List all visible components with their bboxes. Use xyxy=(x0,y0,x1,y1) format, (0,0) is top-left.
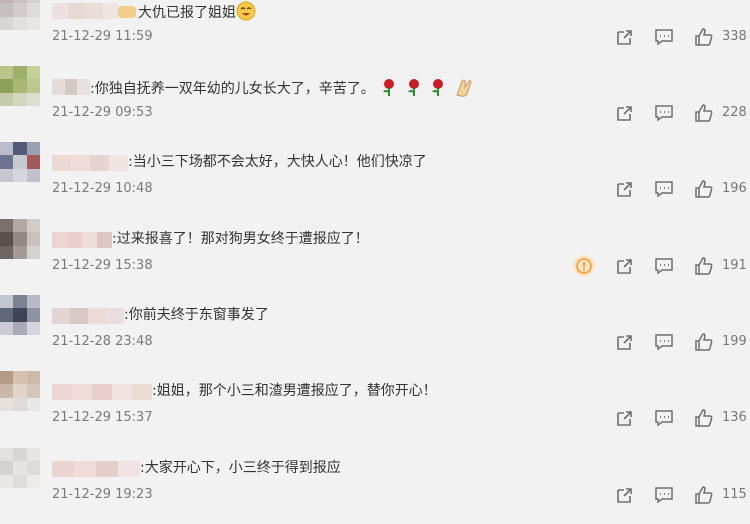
comment-actions: 115 xyxy=(610,485,750,505)
like-icon[interactable] xyxy=(694,256,714,276)
rose-emoji-icon xyxy=(428,77,448,102)
comment-actions: 136 xyxy=(610,408,750,428)
like-count: 115 xyxy=(722,487,747,502)
username[interactable] xyxy=(52,232,112,248)
username[interactable] xyxy=(52,3,118,19)
timestamp: 21-12-29 10:48 xyxy=(52,181,153,196)
like-icon[interactable] xyxy=(694,485,714,505)
like-count: 136 xyxy=(722,410,747,425)
like-icon[interactable] xyxy=(694,179,714,199)
clap-emoji-icon xyxy=(453,77,475,102)
reply-icon[interactable] xyxy=(654,27,674,47)
like-icon[interactable] xyxy=(694,103,714,123)
comment-actions: 338 xyxy=(610,27,750,47)
user-badge-icon xyxy=(118,6,136,18)
comment-item: 大仇已报了姐姐 21-12-29 11:59 338 xyxy=(0,0,750,66)
share-icon[interactable] xyxy=(615,103,635,123)
avatar[interactable] xyxy=(0,142,40,182)
comment-text: :你前夫终于东窗事发了 xyxy=(124,307,269,323)
comment-actions: 196 xyxy=(610,179,750,199)
username[interactable] xyxy=(52,79,91,95)
share-icon[interactable] xyxy=(615,332,635,352)
like-count: 191 xyxy=(722,258,747,273)
rose-emoji-icon xyxy=(379,77,399,102)
share-icon[interactable] xyxy=(615,179,635,199)
comment-item: :你独自抚养一双年幼的儿女长大了，辛苦了。 21-12-29 09:53 228 xyxy=(0,66,750,142)
like-count: 199 xyxy=(722,334,747,349)
timestamp: 21-12-29 11:59 xyxy=(52,29,153,44)
like-count: 338 xyxy=(722,29,747,44)
timestamp: 21-12-29 15:37 xyxy=(52,410,153,425)
reply-icon[interactable] xyxy=(654,103,674,123)
like-icon[interactable] xyxy=(694,27,714,47)
comment-actions: 199 xyxy=(610,332,750,352)
comment-item: :大家开心下，小三终于得到报应 21-12-29 19:23 115 xyxy=(0,448,750,524)
timestamp: 21-12-29 19:23 xyxy=(52,487,153,502)
comment-text: :你独自抚养一双年幼的儿女长大了，辛苦了。 xyxy=(90,77,475,102)
like-count: 196 xyxy=(722,181,747,196)
reply-icon[interactable] xyxy=(654,408,674,428)
share-icon[interactable] xyxy=(615,408,635,428)
comment-text: :过来报喜了！那对狗男女终于遭报应了！ xyxy=(112,231,369,247)
comment-item: :过来报喜了！那对狗男女终于遭报应了！ 21-12-29 15:38 191 xyxy=(0,219,750,295)
comment-text: :当小三下场都不会太好，大快人心！他们快凉了 xyxy=(128,154,427,170)
timestamp: 21-12-29 09:53 xyxy=(52,105,153,120)
reply-icon[interactable] xyxy=(654,179,674,199)
avatar[interactable] xyxy=(0,371,40,411)
avatar[interactable] xyxy=(0,448,40,488)
share-icon[interactable] xyxy=(615,27,635,47)
avatar[interactable] xyxy=(0,66,40,106)
username[interactable] xyxy=(52,155,128,171)
share-icon[interactable] xyxy=(615,485,635,505)
username[interactable] xyxy=(52,384,152,400)
laughing-face-emoji-icon xyxy=(236,1,256,26)
username[interactable] xyxy=(52,461,140,477)
like-count: 228 xyxy=(722,105,747,120)
timestamp: 21-12-29 15:38 xyxy=(52,258,153,273)
avatar[interactable] xyxy=(0,0,40,30)
report-icon[interactable] xyxy=(573,255,595,277)
username[interactable] xyxy=(52,308,124,324)
share-icon[interactable] xyxy=(615,256,635,276)
comment-text: :大家开心下，小三终于得到报应 xyxy=(140,460,341,476)
reply-icon[interactable] xyxy=(654,332,674,352)
like-icon[interactable] xyxy=(694,408,714,428)
avatar[interactable] xyxy=(0,295,40,335)
comment-text: 大仇已报了姐姐 xyxy=(118,1,256,26)
comment-actions: 191 xyxy=(610,256,750,276)
comment-item: :姐姐，那个小三和渣男遭报应了，替你开心！ 21-12-29 15:37 136 xyxy=(0,371,750,447)
rose-emoji-icon xyxy=(404,77,424,102)
comment-actions: 228 xyxy=(610,103,750,123)
avatar[interactable] xyxy=(0,219,40,259)
like-icon[interactable] xyxy=(694,332,714,352)
timestamp: 21-12-28 23:48 xyxy=(52,334,153,349)
reply-icon[interactable] xyxy=(654,485,674,505)
reply-icon[interactable] xyxy=(654,256,674,276)
comment-text: :姐姐，那个小三和渣男遭报应了，替你开心！ xyxy=(152,383,437,399)
comment-item: :你前夫终于东窗事发了 21-12-28 23:48 199 xyxy=(0,295,750,371)
comment-item: :当小三下场都不会太好，大快人心！他们快凉了 21-12-29 10:48 19… xyxy=(0,142,750,218)
